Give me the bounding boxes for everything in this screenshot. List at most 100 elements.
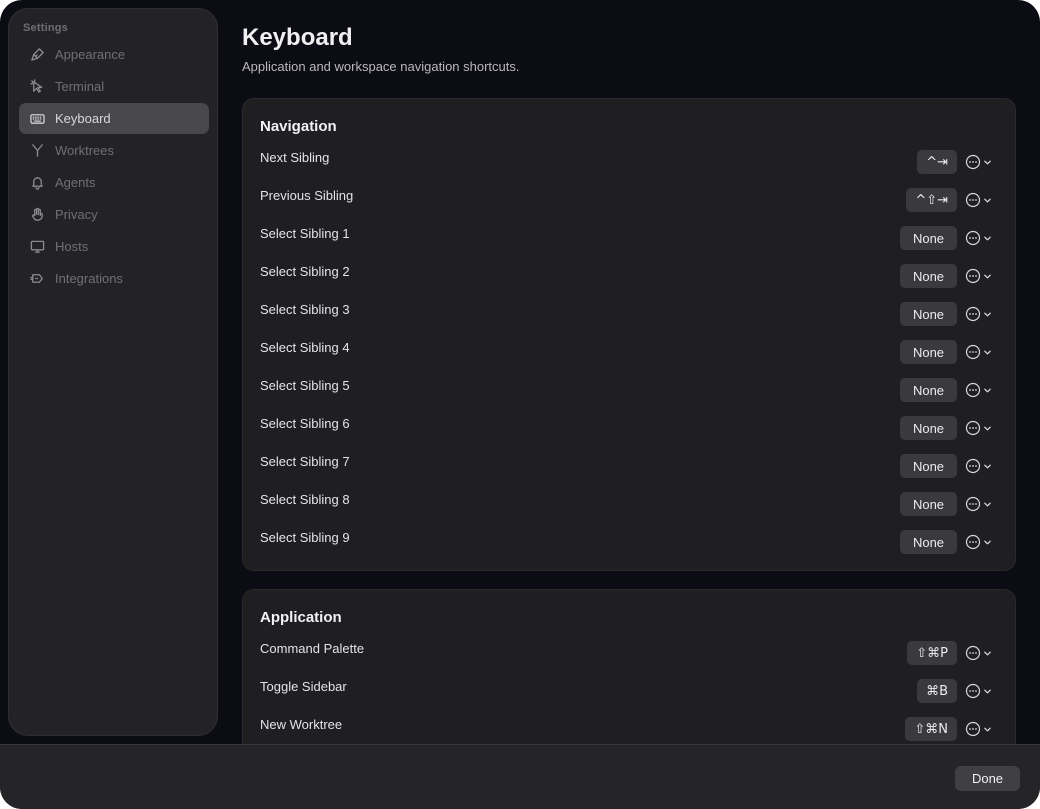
sidebar-item-worktrees[interactable]: Worktrees xyxy=(19,135,209,166)
more-options-button[interactable] xyxy=(965,682,993,700)
shortcut-key-button[interactable]: ^⇧⇥ xyxy=(906,188,957,212)
more-options-button[interactable] xyxy=(965,381,993,399)
shortcut-label: Select Sibling 5 xyxy=(260,378,350,393)
ellipsis-circle-icon xyxy=(965,154,981,170)
chevron-down-icon xyxy=(984,502,991,506)
more-options-button[interactable] xyxy=(965,191,993,209)
ellipsis-circle-icon xyxy=(965,458,981,474)
shortcut-row: Select Sibling 7 None xyxy=(243,445,1015,483)
shortcut-key-button[interactable]: ⇧⌘P xyxy=(907,641,957,665)
shortcut-label: Select Sibling 9 xyxy=(260,530,350,545)
shortcut-label: Select Sibling 1 xyxy=(260,226,350,241)
more-options-button[interactable] xyxy=(965,267,993,285)
shortcut-list: Command Palette ⇧⌘P Toggle Sidebar ⌘B New Wo… xyxy=(243,632,1015,746)
shortcut-key-button[interactable]: None xyxy=(900,340,957,364)
more-options-button[interactable] xyxy=(965,457,993,475)
chevron-down-icon xyxy=(984,312,991,316)
more-options-button[interactable] xyxy=(965,533,993,551)
more-options-button[interactable] xyxy=(965,495,993,513)
shortcut-label: New Worktree xyxy=(260,717,343,732)
sidebar-item-integrations[interactable]: Integrations xyxy=(19,263,209,294)
ellipsis-circle-icon xyxy=(965,268,981,284)
shortcut-key-button[interactable]: None xyxy=(900,264,957,288)
shortcut-row: Select Sibling 2 None xyxy=(243,255,1015,293)
footer-bar: Done xyxy=(0,744,1040,809)
settings-window: Settings Appearance Terminal Keyboard Wo… xyxy=(0,0,1040,809)
shortcut-key-button[interactable]: None xyxy=(900,492,957,516)
plug-icon xyxy=(29,271,45,287)
ellipsis-circle-icon xyxy=(965,192,981,208)
sidebar-item-label: Privacy xyxy=(55,207,98,222)
sidebar-item-label: Terminal xyxy=(55,79,105,94)
section-title: Application xyxy=(260,609,342,626)
ellipsis-circle-icon xyxy=(965,420,981,436)
done-button[interactable]: Done xyxy=(955,766,1020,791)
bell-icon xyxy=(29,175,45,191)
shortcut-row: Select Sibling 5 None xyxy=(243,369,1015,407)
sidebar-item-hosts[interactable]: Hosts xyxy=(19,231,209,262)
shortcut-list: Next Sibling ^⇥ Previous Sibling ^⇧⇥ Select … xyxy=(243,141,1015,559)
sidebar-item-label: Hosts xyxy=(55,239,89,254)
shortcut-row: Select Sibling 3 None xyxy=(243,293,1015,331)
sidebar-item-terminal[interactable]: Terminal xyxy=(19,71,209,102)
chevron-down-icon xyxy=(984,651,991,655)
monitor-icon xyxy=(29,239,45,255)
chevron-down-icon xyxy=(984,426,991,430)
more-options-button[interactable] xyxy=(965,343,993,361)
shortcut-row: Select Sibling 9 None xyxy=(243,521,1015,559)
shortcut-label: Select Sibling 8 xyxy=(260,492,350,507)
ellipsis-circle-icon xyxy=(965,382,981,398)
navigation-section: Navigation Next Sibling ^⇥ Previous Siblin… xyxy=(242,98,1016,571)
chevron-down-icon xyxy=(984,274,991,278)
section-title: Navigation xyxy=(260,118,337,135)
shortcut-row: Toggle Sidebar ⌘B xyxy=(243,670,1015,708)
chevron-down-icon xyxy=(984,689,991,693)
more-options-button[interactable] xyxy=(965,153,993,171)
more-options-button[interactable] xyxy=(965,419,993,437)
brush-icon xyxy=(29,47,45,63)
shortcut-key-button[interactable]: ^⇥ xyxy=(917,150,957,174)
shortcut-key-button[interactable]: None xyxy=(900,416,957,440)
ellipsis-circle-icon xyxy=(965,306,981,322)
shortcut-key-button[interactable]: None xyxy=(900,226,957,250)
sidebar-item-keyboard[interactable]: Keyboard xyxy=(19,103,209,134)
sidebar-title: Settings xyxy=(23,22,68,34)
shortcut-key-button[interactable]: None xyxy=(900,378,957,402)
shortcut-label: Select Sibling 2 xyxy=(260,264,350,279)
shortcut-key-button[interactable]: None xyxy=(900,454,957,478)
sidebar-item-privacy[interactable]: Privacy xyxy=(19,199,209,230)
shortcut-key-button[interactable]: ⌘B xyxy=(917,679,957,703)
ellipsis-circle-icon xyxy=(965,645,981,661)
sidebar-item-label: Integrations xyxy=(55,271,123,286)
more-options-button[interactable] xyxy=(965,305,993,323)
chevron-down-icon xyxy=(984,350,991,354)
ellipsis-circle-icon xyxy=(965,721,981,737)
shortcut-key-button[interactable]: None xyxy=(900,302,957,326)
shortcut-row: Command Palette ⇧⌘P xyxy=(243,632,1015,670)
sidebar-item-label: Appearance xyxy=(55,47,126,62)
keyboard-icon xyxy=(29,111,45,127)
shortcut-label: Select Sibling 3 xyxy=(260,302,350,317)
shortcut-label: Next Sibling xyxy=(260,150,330,165)
more-options-button[interactable] xyxy=(965,644,993,662)
more-options-button[interactable] xyxy=(965,720,993,738)
shortcut-row: Previous Sibling ^⇧⇥ xyxy=(243,179,1015,217)
sidebar-nav: Appearance Terminal Keyboard Worktrees A… xyxy=(19,39,209,295)
shortcut-row: New Worktree ⇧⌘N xyxy=(243,708,1015,746)
shortcut-row: Next Sibling ^⇥ xyxy=(243,141,1015,179)
more-options-button[interactable] xyxy=(965,229,993,247)
sidebar-item-agents[interactable]: Agents xyxy=(19,167,209,198)
sidebar-item-label: Worktrees xyxy=(55,143,114,158)
shortcut-row: Select Sibling 1 None xyxy=(243,217,1015,255)
shortcut-label: Previous Sibling xyxy=(260,188,354,203)
page-title: Keyboard xyxy=(242,24,353,51)
shortcut-label: Select Sibling 4 xyxy=(260,340,350,355)
ellipsis-circle-icon xyxy=(965,534,981,550)
chevron-down-icon xyxy=(984,464,991,468)
ellipsis-circle-icon xyxy=(965,230,981,246)
shortcut-key-button[interactable]: ⇧⌘N xyxy=(905,717,957,741)
sidebar-item-appearance[interactable]: Appearance xyxy=(19,39,209,70)
shortcut-label: Select Sibling 7 xyxy=(260,454,350,469)
ellipsis-circle-icon xyxy=(965,496,981,512)
shortcut-key-button[interactable]: None xyxy=(900,530,957,554)
